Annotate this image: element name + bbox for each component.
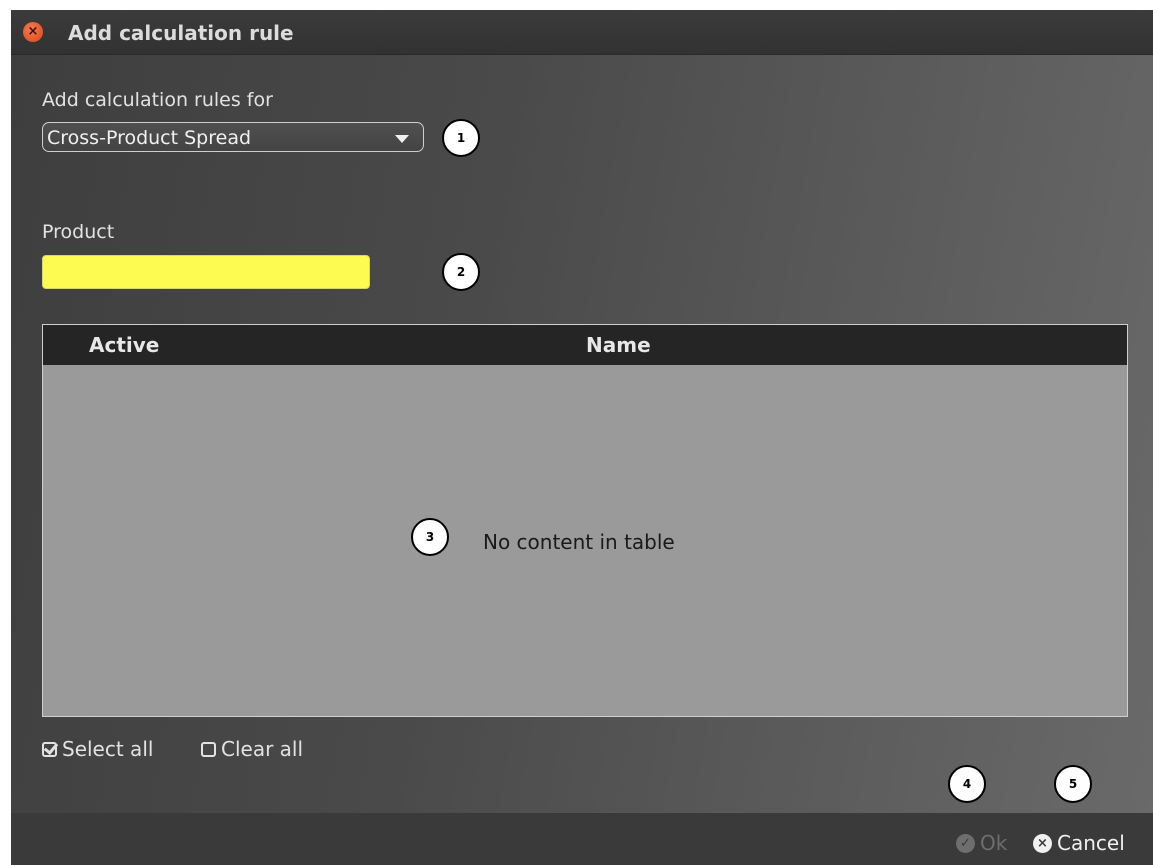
- title-bar: × Add calculation rule: [11, 10, 1153, 55]
- product-label: Product: [42, 221, 115, 243]
- close-icon[interactable]: ×: [23, 22, 43, 42]
- window-title: Add calculation rule: [68, 21, 294, 45]
- empty-box-icon: [201, 741, 216, 757]
- cancel-label: Cancel: [1057, 831, 1125, 855]
- cancel-button[interactable]: × Cancel: [1033, 831, 1125, 855]
- clear-all-label: Clear all: [221, 737, 304, 761]
- rules-for-label: Add calculation rules for: [42, 89, 273, 111]
- chevron-down-icon: [395, 135, 409, 143]
- product-input[interactable]: [42, 255, 370, 289]
- rules-table[interactable]: Active Name 3 No content in table: [42, 324, 1128, 717]
- ok-button[interactable]: ✓ Ok: [956, 831, 1007, 855]
- checked-box-icon: [42, 741, 57, 757]
- callout-4: 4: [948, 765, 986, 803]
- clear-all-button[interactable]: Clear all: [201, 737, 303, 761]
- callout-3: 3: [411, 518, 449, 556]
- callout-2: 2: [442, 253, 480, 291]
- empty-table-message: No content in table: [483, 530, 675, 554]
- callout-1: 1: [442, 119, 480, 157]
- ok-label: Ok: [980, 831, 1008, 855]
- select-all-label: Select all: [62, 737, 154, 761]
- rule-type-dropdown[interactable]: Cross-Product Spread: [42, 122, 424, 152]
- select-all-button[interactable]: Select all: [42, 737, 153, 761]
- dialog-window: × Add calculation rule Add calculation r…: [11, 10, 1153, 865]
- column-header-name[interactable]: Name: [586, 333, 651, 357]
- table-header: Active Name: [43, 325, 1127, 365]
- column-header-active[interactable]: Active: [89, 333, 159, 357]
- rule-type-value: Cross-Product Spread: [47, 127, 252, 149]
- check-circle-icon: ✓: [956, 833, 975, 853]
- callout-5: 5: [1054, 765, 1092, 803]
- x-circle-icon: ×: [1033, 833, 1052, 853]
- dialog-footer: ✓ Ok × Cancel: [11, 813, 1153, 865]
